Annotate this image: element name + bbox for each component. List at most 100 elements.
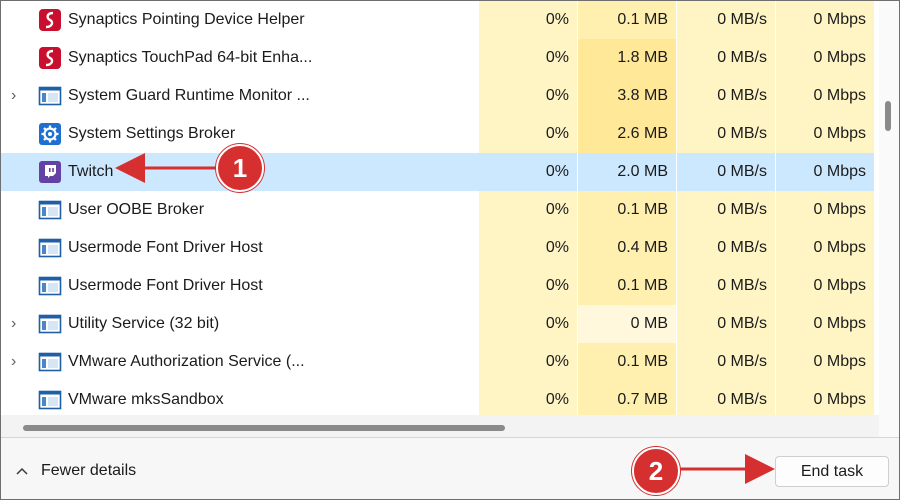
- process-name-cell[interactable]: Usermode Font Driver Host: [1, 267, 479, 305]
- process-name-cell[interactable]: VMware mksSandbox: [1, 381, 479, 419]
- cpu-cell: 0%: [479, 153, 577, 191]
- fewer-details-button[interactable]: Fewer details: [15, 456, 136, 486]
- memory-cell: 0.4 MB: [578, 229, 676, 267]
- disk-cell: 0 MB/s: [677, 77, 775, 115]
- disk-cell: 0 MB/s: [677, 153, 775, 191]
- memory-cell: 0.1 MB: [578, 343, 676, 381]
- process-row[interactable]: VMware mksSandbox 0% 0.7 MB 0 MB/s 0 Mbps: [1, 381, 879, 419]
- disk-cell: 0 MB/s: [677, 267, 775, 305]
- process-name-cell[interactable]: › System Guard Runtime Monitor ...: [1, 77, 479, 115]
- process-name-cell[interactable]: Synaptics Pointing Device Helper: [1, 1, 479, 39]
- cpu-cell: 0%: [479, 381, 577, 419]
- window-app-icon: [38, 312, 62, 336]
- cpu-cell: 0%: [479, 191, 577, 229]
- window-app-icon: [38, 84, 62, 108]
- memory-cell: 0.7 MB: [578, 381, 676, 419]
- process-list: Synaptics Pointing Device Helper 0% 0.1 MB…: [1, 1, 879, 419]
- cpu-cell: 0%: [479, 115, 577, 153]
- window-app-icon: [38, 388, 62, 412]
- network-cell: 0 Mbps: [776, 77, 874, 115]
- window-app-icon: [38, 198, 62, 222]
- network-cell: 0 Mbps: [776, 343, 874, 381]
- process-row[interactable]: › System Guard Runtime Monitor ... 0% 3.8 M…: [1, 77, 879, 115]
- process-row[interactable]: Usermode Font Driver Host 0% 0.1 MB 0 MB/s 0…: [1, 267, 879, 305]
- process-name: System Guard Runtime Monitor ...: [68, 87, 310, 104]
- annotation-badge-2: 2: [632, 447, 680, 495]
- cpu-cell: 0%: [479, 39, 577, 77]
- process-name-cell[interactable]: User OOBE Broker: [1, 191, 479, 229]
- synaptics-icon: [38, 8, 62, 32]
- window-app-icon: [38, 274, 62, 298]
- disk-cell: 0 MB/s: [677, 1, 775, 39]
- process-name: Usermode Font Driver Host: [68, 277, 263, 294]
- window-app-icon: [38, 236, 62, 260]
- disk-cell: 0 MB/s: [677, 343, 775, 381]
- process-name: Synaptics TouchPad 64-bit Enha...: [68, 49, 313, 66]
- process-row[interactable]: System Settings Broker 0% 2.6 MB 0 MB/s 0 Mb…: [1, 115, 879, 153]
- network-cell: 0 Mbps: [776, 39, 874, 77]
- memory-cell: 0.1 MB: [578, 1, 676, 39]
- network-cell: 0 Mbps: [776, 305, 874, 343]
- process-name-cell[interactable]: Usermode Font Driver Host: [1, 229, 479, 267]
- vertical-scrollbar[interactable]: [879, 1, 899, 437]
- cpu-cell: 0%: [479, 77, 577, 115]
- disk-cell: 0 MB/s: [677, 229, 775, 267]
- network-cell: 0 Mbps: [776, 267, 874, 305]
- process-name: Twitch: [68, 163, 114, 180]
- process-name: Synaptics Pointing Device Helper: [68, 11, 305, 28]
- settings-gear-icon: [38, 122, 62, 146]
- process-row[interactable]: Usermode Font Driver Host 0% 0.4 MB 0 MB/s 0…: [1, 229, 879, 267]
- chevron-up-icon: [16, 467, 28, 475]
- cpu-cell: 0%: [479, 343, 577, 381]
- process-name-cell[interactable]: › VMware Authorization Service (...: [1, 343, 479, 381]
- process-name: VMware Authorization Service (...: [68, 353, 305, 370]
- synaptics-icon: [38, 46, 62, 70]
- cpu-cell: 0%: [479, 305, 577, 343]
- process-name-cell[interactable]: › Utility Service (32 bit): [1, 305, 479, 343]
- chevron-right-icon[interactable]: ›: [11, 354, 23, 370]
- process-name: VMware mksSandbox: [68, 391, 224, 408]
- disk-cell: 0 MB/s: [677, 39, 775, 77]
- disk-cell: 0 MB/s: [677, 115, 775, 153]
- network-cell: 0 Mbps: [776, 153, 874, 191]
- chevron-right-icon[interactable]: ›: [11, 316, 23, 332]
- network-cell: 0 Mbps: [776, 381, 874, 419]
- network-cell: 0 Mbps: [776, 191, 874, 229]
- process-row[interactable]: › Utility Service (32 bit) 0% 0 MB 0 MB/s 0 M…: [1, 305, 879, 343]
- disk-cell: 0 MB/s: [677, 381, 775, 419]
- disk-cell: 0 MB/s: [677, 191, 775, 229]
- memory-cell: 2.6 MB: [578, 115, 676, 153]
- process-name: Usermode Font Driver Host: [68, 239, 263, 256]
- process-name: Utility Service (32 bit): [68, 315, 220, 332]
- memory-cell: 0.1 MB: [578, 267, 676, 305]
- process-row[interactable]: Synaptics TouchPad 64-bit Enha... 0% 1.8 M…: [1, 39, 879, 77]
- cpu-cell: 0%: [479, 1, 577, 39]
- memory-cell: 1.8 MB: [578, 39, 676, 77]
- horizontal-scroll-thumb[interactable]: [23, 425, 505, 431]
- vertical-scroll-thumb[interactable]: [885, 101, 891, 131]
- network-cell: 0 Mbps: [776, 1, 874, 39]
- chevron-right-icon[interactable]: ›: [11, 88, 23, 104]
- window-app-icon: [38, 350, 62, 374]
- cpu-cell: 0%: [479, 229, 577, 267]
- network-cell: 0 Mbps: [776, 115, 874, 153]
- process-row[interactable]: User OOBE Broker 0% 0.1 MB 0 MB/s 0 Mbps: [1, 191, 879, 229]
- cpu-cell: 0%: [479, 267, 577, 305]
- fewer-details-label: Fewer details: [41, 462, 137, 479]
- process-name: User OOBE Broker: [68, 201, 205, 218]
- memory-cell: 0 MB: [578, 305, 676, 343]
- network-cell: 0 Mbps: [776, 229, 874, 267]
- process-name-cell[interactable]: Synaptics TouchPad 64-bit Enha...: [1, 39, 479, 77]
- memory-cell: 2.0 MB: [578, 153, 676, 191]
- memory-cell: 0.1 MB: [578, 191, 676, 229]
- process-name: System Settings Broker: [68, 125, 236, 142]
- task-manager-window: Synaptics Pointing Device Helper 0% 0.1 MB…: [0, 0, 900, 500]
- annotation-badge-1: 1: [216, 144, 264, 192]
- process-row[interactable]: › VMware Authorization Service (... 0% 0.1 …: [1, 343, 879, 381]
- disk-cell: 0 MB/s: [677, 305, 775, 343]
- process-row[interactable]: Twitch 0% 2.0 MB 0 MB/s 0 Mbps: [1, 153, 879, 191]
- twitch-icon: [38, 160, 62, 184]
- end-task-button[interactable]: End task: [775, 456, 889, 487]
- memory-cell: 3.8 MB: [578, 77, 676, 115]
- process-row[interactable]: Synaptics Pointing Device Helper 0% 0.1 MB…: [1, 1, 879, 39]
